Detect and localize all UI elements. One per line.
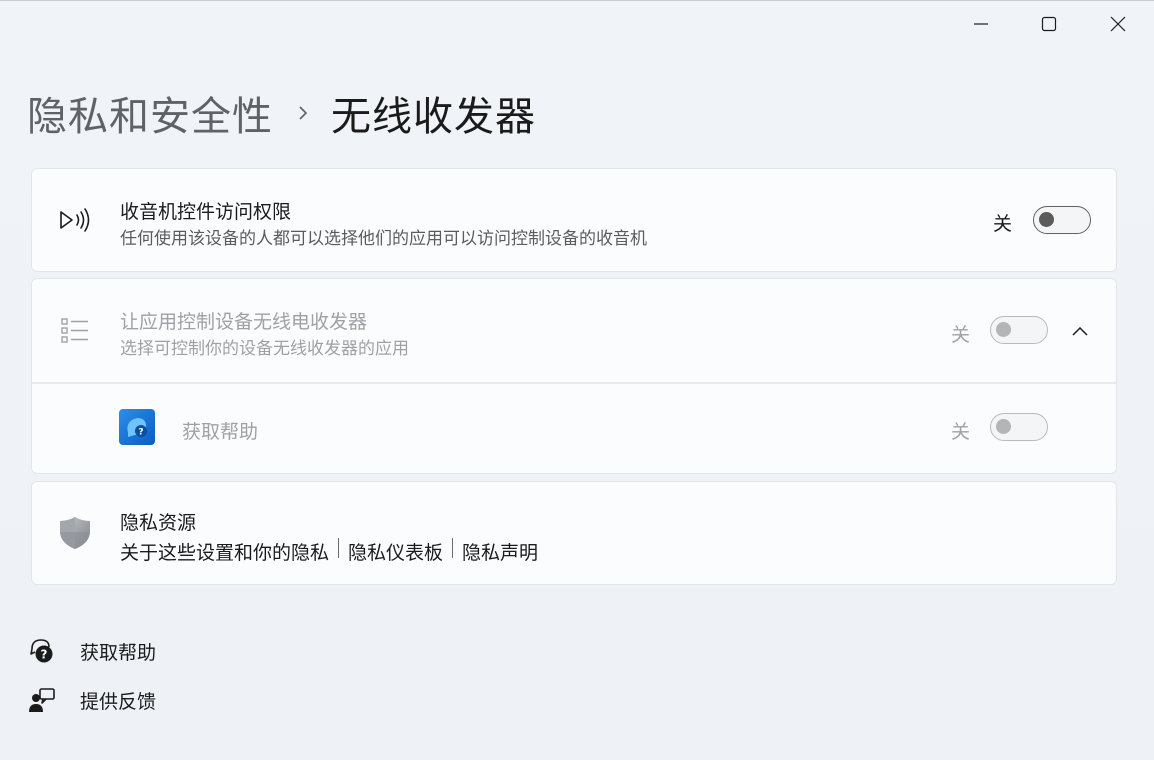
app-radio-control-title: 让应用控制设备无线电收发器 [120,311,368,333]
settings-window: 隐私和安全性 无线收发器 收音机控件访问权限 任何使用该设备的人都可以选择他们的… [0,0,1154,760]
radio-signal-icon [57,202,93,238]
footer-get-help[interactable]: ? 获取帮助 [28,637,156,665]
radio-access-state-label: 关 [993,213,1013,235]
app-get-help-state-label: 关 [951,421,971,443]
link-separator [452,537,454,558]
footer-get-help-label: 获取帮助 [80,641,157,664]
app-row-get-help: ? 获取帮助 关 [32,384,1116,474]
breadcrumb: 隐私和安全性 无线收发器 [27,85,536,141]
shield-icon [57,515,93,551]
radio-access-card: 收音机控件访问权限 任何使用该设备的人都可以选择他们的应用可以访问控制设备的收音… [31,168,1117,272]
maximize-button[interactable] [1026,7,1072,41]
footer-feedback-label: 提供反馈 [80,690,157,713]
get-help-app-icon: ? [119,409,155,445]
link-about-privacy[interactable]: 关于这些设置和你的隐私 [120,538,329,565]
footer-feedback[interactable]: 提供反馈 [28,686,156,714]
svg-text:?: ? [138,428,143,438]
close-button[interactable] [1095,7,1141,41]
link-privacy-dashboard[interactable]: 隐私仪表板 [348,538,443,565]
toggle-knob [1039,212,1054,227]
radio-access-description: 任何使用该设备的人都可以选择他们的应用可以访问控制设备的收音机 [120,229,647,249]
minimize-button[interactable] [958,7,1004,41]
app-radio-control-card: 让应用控制设备无线电收发器 选择可控制你的设备无线收发器的应用 关 ? 获取帮助… [31,278,1117,474]
app-name-get-help: 获取帮助 [182,421,259,443]
chevron-up-icon[interactable] [1070,321,1090,341]
page-title: 无线收发器 [331,94,536,140]
app-radio-control-header[interactable]: 让应用控制设备无线电收发器 选择可控制你的设备无线收发器的应用 关 [32,279,1116,383]
minimize-icon [974,23,988,25]
app-radio-control-state-label: 关 [951,324,971,346]
svg-text:?: ? [41,648,48,662]
link-privacy-statement[interactable]: 隐私声明 [462,538,538,565]
link-separator [338,537,340,558]
app-get-help-toggle[interactable] [990,413,1048,441]
help-chat-icon: ? [28,637,56,665]
breadcrumb-parent-link[interactable]: 隐私和安全性 [27,84,273,142]
chevron-right-icon [297,104,309,122]
radio-access-row: 收音机控件访问权限 任何使用该设备的人都可以选择他们的应用可以访问控制设备的收音… [32,169,1116,273]
toggle-knob [996,419,1011,434]
privacy-resources-title: 隐私资源 [120,512,197,534]
radio-access-title: 收音机控件访问权限 [120,201,292,223]
list-icon [57,312,93,348]
app-radio-control-description: 选择可控制你的设备无线收发器的应用 [120,339,409,359]
privacy-resources-links: 关于这些设置和你的隐私 隐私仪表板 隐私声明 [120,537,538,565]
app-radio-control-toggle[interactable] [990,316,1048,344]
radio-access-toggle[interactable] [1033,206,1091,234]
toggle-knob [996,322,1011,337]
feedback-icon [28,686,56,714]
privacy-resources-card: 隐私资源 关于这些设置和你的隐私 隐私仪表板 隐私声明 [31,481,1117,585]
maximize-icon [1041,16,1057,32]
close-icon [1110,16,1126,32]
